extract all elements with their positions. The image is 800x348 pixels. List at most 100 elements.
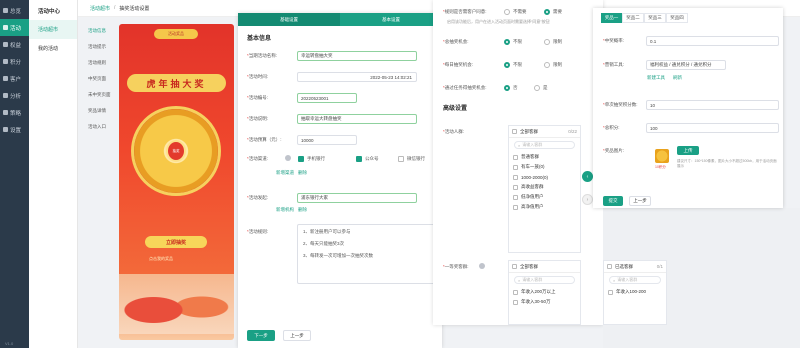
select-all-checkbox[interactable] [512,129,517,134]
radio-label: 否 [513,85,518,90]
gift-icon [3,42,8,47]
rail-item-analysis[interactable]: 分析 [0,87,29,104]
prize-tab[interactable]: 奖品四 [666,13,688,23]
field-label: 活动规则: [248,229,269,234]
config-menu: 活动信息 活动提示 活动规则 中奖页面 未中奖页面 奖品详情 活动入口 [84,23,117,135]
refresh-tool-link[interactable]: 刷新 [673,75,682,81]
list-item[interactable]: 1000-2000(0) [509,172,580,182]
consent-radio-no[interactable] [504,9,510,15]
item-checkbox[interactable] [513,184,518,190]
rules-textarea[interactable]: 1、新注册用户可以参与 2、每天只能抽奖3次 3、每转发一次可增加一次抽奖次数 [297,224,437,284]
upload-button[interactable]: 上传 [677,146,699,155]
config-menu-item[interactable]: 活动规则 [84,55,117,71]
add-tool-link[interactable]: 新建工具 [647,75,665,81]
org-input[interactable]: 浦东银行大家 [297,193,417,203]
config-menu-item[interactable]: 未中奖页面 [84,87,117,103]
activity-code-input[interactable]: 20220523001 [297,93,357,103]
consent-radio-yes[interactable] [544,9,550,15]
breadcrumb-link[interactable]: 活动超市 [90,5,110,12]
rail-item-rights[interactable]: 权益 [0,36,29,53]
home-icon [3,8,8,13]
item-checkbox[interactable] [513,174,518,180]
list-item[interactable]: 年收入200万以上 [509,287,580,297]
list-item[interactable]: 低净值用户 [509,192,580,202]
item-checkbox[interactable] [513,194,518,200]
list-item[interactable]: 普通客群 [509,152,580,162]
prev-button[interactable]: 上一步 [283,330,311,341]
prize-tab[interactable]: 奖品一 [601,13,622,23]
add-channel-link[interactable]: 新增渠道 [276,170,294,176]
activity-name-input[interactable]: 幸运转盘抽大奖 [297,51,417,61]
config-menu-item[interactable]: 活动入口 [84,119,117,135]
delete-channel-link[interactable]: 删除 [298,170,307,176]
config-menu-item[interactable]: 活动信息 [84,23,117,39]
item-checkbox[interactable] [513,164,518,170]
user-icon [3,76,8,81]
step-1[interactable]: 基础设置 [238,13,340,26]
points-input[interactable]: 10 [646,100,779,110]
channel-checkbox[interactable] [356,156,362,162]
prize-tab[interactable]: 奖品三 [644,13,666,23]
item-checkbox[interactable] [608,289,613,295]
task-chance-radio-yes[interactable] [534,85,540,91]
field-label: 活动说明: [248,116,269,121]
rail-item-activity[interactable]: 活动 [0,19,29,36]
select-all-checkbox[interactable] [512,264,517,269]
delete-org-link[interactable]: 删除 [298,207,307,213]
radio-label: 限制 [553,62,562,67]
list-item[interactable]: 高净值用户 [509,202,580,212]
daily-chance-radio-limit[interactable] [544,62,550,68]
item-checkbox[interactable] [513,154,518,160]
field-label: 当期活动名称: [248,53,278,58]
activity-time-input[interactable]: 2022-05-23 14:02:21 [297,72,417,82]
submit-button[interactable]: 提交 [603,196,623,206]
prev-button[interactable]: 上一步 [629,196,651,206]
list-item[interactable]: 年收入100-200 [604,287,666,297]
wheel-hub[interactable]: 抽奖 [166,140,186,162]
submenu-item-my-activity[interactable]: 我的活动 [29,39,77,58]
total-chance-radio-unlimited[interactable] [504,39,510,45]
tool-select[interactable]: 福利权益 / 通兑积分 / 通兑积分 [646,60,726,70]
transfer-left-arrow-icon[interactable]: ‹ [582,171,593,182]
preview-cta-button[interactable]: 立即抽奖 [145,236,207,248]
item-checkbox[interactable] [513,204,518,210]
list-item[interactable]: 年收入30-50万 [509,297,580,307]
submenu-item-market[interactable]: 活动超市 [29,20,77,39]
search-icon: ⌕ [613,277,616,283]
select-all-checkbox[interactable] [607,264,612,269]
prize-tab[interactable]: 奖品二 [622,13,644,23]
item-checkbox[interactable] [513,299,518,305]
total-points-input[interactable]: 100 [646,123,779,133]
task-chance-radio-no[interactable] [504,85,510,91]
activity-budget-input[interactable]: 10000 [297,135,357,145]
item-checkbox[interactable] [513,289,518,295]
field-label: 总积分: [604,125,620,130]
field-label: 活动预算（元）: [248,137,282,142]
channel-checkbox[interactable] [298,156,304,162]
crowd-search-input[interactable]: ⌕ 请输入客群 [514,141,575,149]
rail-item-customers[interactable]: 客户 [0,70,29,87]
selected-search-input[interactable]: ⌕ 请输入客群 [609,276,661,284]
channel-label: 微信银行 [407,156,425,161]
list-item[interactable]: 有车一族(0) [509,162,580,172]
rail-item-points[interactable]: 积分 [0,53,29,70]
step-2[interactable]: 基本设置 [340,13,442,26]
tier-search-input[interactable]: ⌕ 请输入客群 [514,276,575,284]
tier-transfer-target: 已选客群 0/1 ⌕ 请输入客群 年收入100-200 [603,260,667,325]
channel-checkbox[interactable] [398,156,404,162]
config-menu-item[interactable]: 中奖页面 [84,71,117,87]
rail-item-overview[interactable]: 总览 [0,2,29,19]
add-org-link[interactable]: 新增机构 [276,207,294,213]
transfer-right-arrow-icon[interactable]: › [582,194,593,205]
list-item[interactable]: 高收益客群 [509,182,580,192]
activity-desc-input[interactable]: 抽取幸运大转盘抽奖 [297,114,417,124]
total-chance-radio-limit[interactable] [544,39,550,45]
config-menu-item[interactable]: 奖品详情 [84,103,117,119]
activity-icon [3,25,8,30]
rail-item-strategy[interactable]: 策略 [0,104,29,121]
next-button[interactable]: 下一步 [247,330,275,341]
config-menu-item[interactable]: 活动提示 [84,39,117,55]
win-probability-input[interactable]: 0.1 [646,36,779,46]
daily-chance-radio-unlimited[interactable] [504,62,510,68]
rail-item-settings[interactable]: 设置 [0,121,29,138]
